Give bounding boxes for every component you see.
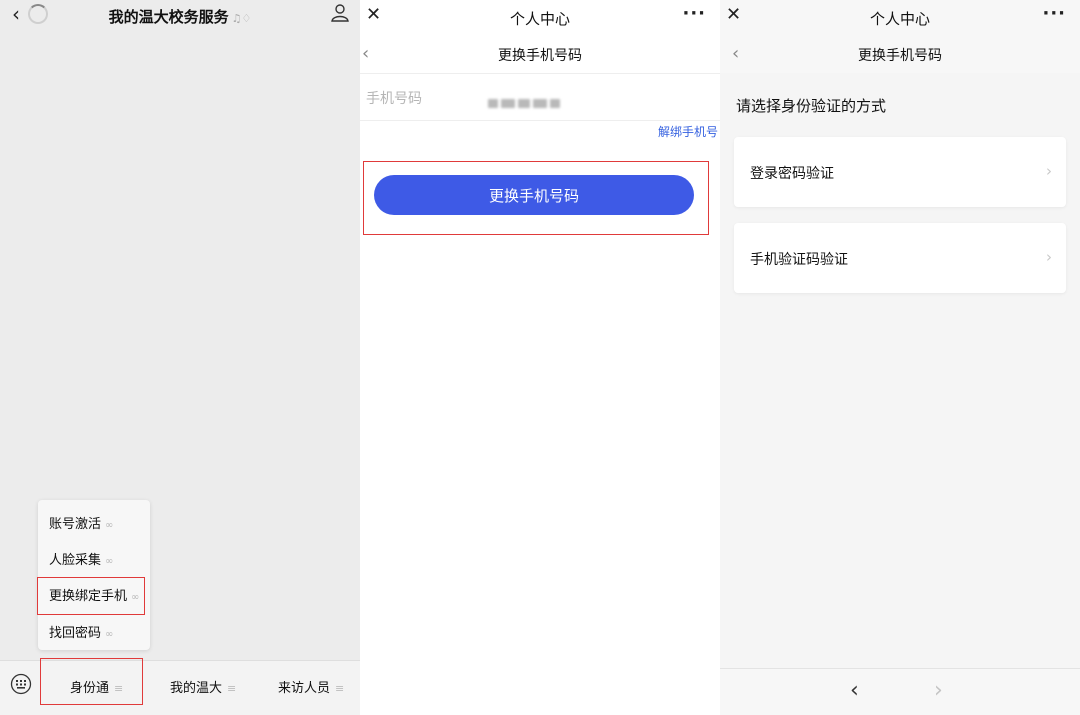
mute-bell-icon: ♫♢ bbox=[231, 12, 252, 25]
menu-item-label: 找回密码 bbox=[49, 626, 102, 641]
window-title: 个人中心 bbox=[509, 10, 570, 28]
menu-item-label: 账号激活 bbox=[49, 517, 102, 532]
divider bbox=[360, 120, 720, 121]
tab-my-wzu[interactable]: 我的温大 ≡ bbox=[170, 677, 236, 696]
more-options-icon[interactable]: ··· bbox=[1042, 3, 1066, 24]
tab-label: 来访人员 bbox=[278, 681, 331, 696]
highlight-box-identity-tab bbox=[40, 658, 143, 705]
tab-label: 我的温大 bbox=[170, 681, 223, 696]
nav-forward-icon[interactable]: › bbox=[934, 678, 943, 703]
menu-lines-icon: ≡ bbox=[335, 682, 345, 695]
option-sms-code-verification[interactable]: 手机验证码验证 › bbox=[734, 223, 1066, 293]
change-phone-panel: ✕ 个人中心 ··· ‹ 更换手机号码 手机号码 解绑手机号 更换手机号码 bbox=[360, 0, 720, 715]
verification-prompt: 请选择身份验证的方式 bbox=[736, 97, 887, 115]
change-phone-button[interactable]: 更换手机号码 bbox=[374, 175, 694, 215]
menu-item-face-capture[interactable]: 人脸采集 ∞ bbox=[49, 549, 113, 568]
verification-method-panel: ✕ 个人中心 ··· ‹ 更换手机号码 请选择身份验证的方式 登录密码验证 › … bbox=[720, 0, 1080, 715]
page-navbar: ‹ 更换手机号码 bbox=[720, 35, 1080, 73]
link-icon: ∞ bbox=[105, 629, 114, 640]
more-options-icon[interactable]: ··· bbox=[682, 3, 706, 24]
phone-number-value-redacted bbox=[488, 93, 574, 108]
menu-item-activate-account[interactable]: 账号激活 ∞ bbox=[49, 513, 113, 532]
chevron-right-icon: › bbox=[1046, 248, 1052, 266]
divider bbox=[360, 73, 720, 74]
chat-title: 我的温大校务服务 ♫♢ bbox=[0, 6, 360, 27]
chevron-right-icon: › bbox=[1046, 162, 1052, 180]
chat-menu-panel: ‹ 我的温大校务服务 ♫♢ 账号激活 ∞ 人脸采集 ∞ 更换绑定手机 ∞ 找回密码 ∞ 身… bbox=[0, 0, 360, 715]
menu-item-label: 人脸采集 bbox=[49, 553, 102, 568]
browser-bottom-nav: ‹ › bbox=[720, 668, 1080, 715]
page-title: 更换手机号码 bbox=[498, 48, 582, 64]
keyboard-toggle-icon[interactable] bbox=[10, 673, 32, 695]
nav-back-icon[interactable]: ‹ bbox=[850, 678, 859, 703]
menu-item-recover-password[interactable]: 找回密码 ∞ bbox=[49, 622, 113, 641]
menu-lines-icon: ≡ bbox=[227, 682, 237, 695]
page-title: 更换手机号码 bbox=[858, 48, 942, 64]
tab-visitors[interactable]: 来访人员 ≡ bbox=[278, 677, 344, 696]
link-icon: ∞ bbox=[105, 520, 114, 531]
highlight-box-change-phone bbox=[37, 577, 145, 615]
option-label: 手机验证码验证 bbox=[750, 252, 848, 268]
chat-title-text: 我的温大校务服务 bbox=[108, 8, 229, 26]
option-label: 登录密码验证 bbox=[750, 166, 834, 182]
page-navbar: ‹ 更换手机号码 bbox=[360, 35, 720, 73]
profile-icon[interactable] bbox=[330, 3, 350, 23]
unbind-phone-link[interactable]: 解绑手机号 bbox=[658, 123, 718, 140]
window-title: 个人中心 bbox=[869, 10, 930, 28]
phone-field-label: 手机号码 bbox=[366, 91, 422, 107]
link-icon: ∞ bbox=[105, 556, 114, 567]
service-menu-popup: 账号激活 ∞ 人脸采集 ∞ 更换绑定手机 ∞ 找回密码 ∞ bbox=[38, 500, 150, 650]
option-password-verification[interactable]: 登录密码验证 › bbox=[734, 137, 1066, 207]
